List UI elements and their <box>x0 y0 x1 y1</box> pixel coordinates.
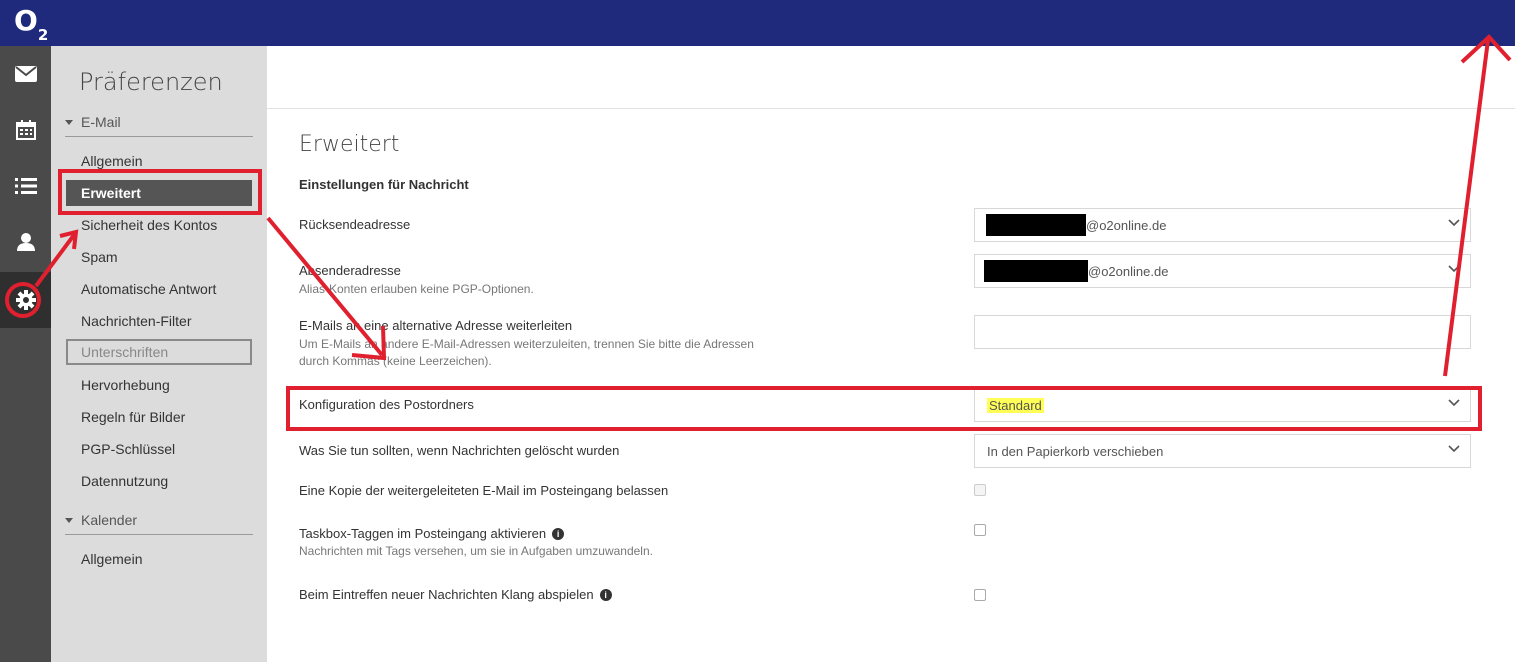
rail-tasks-button[interactable] <box>0 158 51 214</box>
sidebar-item-hervorhebung[interactable]: Hervorhebung <box>81 377 170 393</box>
chevron-down-icon <box>1448 399 1460 407</box>
sidebar-item-sicherheit[interactable]: Sicherheit des Kontos <box>81 217 217 233</box>
taskbox-label: Taskbox-Taggen im Posteingang aktivieren… <box>299 526 565 541</box>
sender-help: Alias-Konten erlauben keine PGP-Optionen… <box>299 282 534 296</box>
keep-copy-checkbox[interactable] <box>974 484 986 496</box>
sidebar-item-filter[interactable]: Nachrichten-Filter <box>81 313 191 329</box>
forward-help-line1: Um E-Mails an andere E-Mail-Adressen wei… <box>299 337 754 351</box>
forward-label: E-Mails an eine alternative Adresse weit… <box>299 318 573 333</box>
tasks-list-icon <box>14 178 37 194</box>
info-icon[interactable]: i <box>599 589 612 601</box>
page-title: Erweitert <box>299 132 400 157</box>
settings-gear-icon <box>15 290 36 310</box>
main-header-area <box>267 46 1515 109</box>
sidebar-item-unterschriften[interactable]: Unterschriften <box>66 339 252 365</box>
sidebar-item-spam[interactable]: Spam <box>81 249 118 265</box>
delete-action-label: Was Sie tun sollten, wenn Nachrichten ge… <box>299 443 620 458</box>
logo-letter: O <box>14 4 38 37</box>
caret-down-icon <box>65 120 73 125</box>
sound-label-text: Beim Eintreffen neuer Nachrichten Klang … <box>299 587 594 602</box>
logo-subscript: 2 <box>37 26 48 44</box>
mailbox-config-select[interactable]: Standard <box>974 388 1471 422</box>
redacted-block <box>986 214 1086 236</box>
mail-icon <box>14 66 37 82</box>
sidebar-item-auto-antwort[interactable]: Automatische Antwort <box>81 281 216 297</box>
mailbox-config-label: Konfiguration des Postordners <box>299 397 474 412</box>
preferences-sidebar: Präferenzen E-Mail Allgemein Erweitert S… <box>51 46 267 662</box>
forward-help-line2: durch Kommas (keine Leerzeichen). <box>299 354 492 368</box>
rail-mail-button[interactable] <box>0 46 51 102</box>
sidebar-section-kalender[interactable]: Kalender <box>65 512 253 535</box>
sidebar-section-email[interactable]: E-Mail <box>65 114 253 137</box>
sidebar-item-erweitert[interactable]: Erweitert <box>66 180 252 206</box>
taskbox-help: Nachrichten mit Tags versehen, um sie in… <box>299 544 653 558</box>
sender-value: @o2online.de <box>1088 264 1169 279</box>
sidebar-title: Präferenzen <box>79 68 223 96</box>
taskbox-label-text: Taskbox-Taggen im Posteingang aktivieren <box>299 526 547 541</box>
caret-down-icon <box>65 518 73 523</box>
rail-calendar-button[interactable] <box>0 102 51 158</box>
reply-to-label: Rücksendeadresse <box>299 217 411 232</box>
sidebar-item-allgemein[interactable]: Allgemein <box>81 153 142 169</box>
sender-label: Absenderadresse <box>299 263 401 278</box>
o2-logo[interactable]: O2 <box>14 4 48 44</box>
delete-action-value: In den Papierkorb verschieben <box>987 444 1164 459</box>
top-bar: O2 <box>0 0 1515 46</box>
forward-address-input[interactable] <box>974 315 1471 349</box>
section-title: Einstellungen für Nachricht <box>299 177 469 192</box>
reply-to-value: @o2online.de <box>1086 218 1167 233</box>
app-icon-rail <box>0 46 51 662</box>
rail-contacts-button[interactable] <box>0 214 51 270</box>
calendar-icon <box>15 120 36 140</box>
redacted-block <box>984 260 1088 282</box>
sound-checkbox[interactable] <box>974 589 986 601</box>
mailbox-config-value: Standard <box>987 398 1044 413</box>
sidebar-item-kalender-allgemein[interactable]: Allgemein <box>81 551 142 567</box>
reply-to-select[interactable]: @o2online.de <box>974 208 1471 242</box>
sidebar-item-pgp[interactable]: PGP-Schlüssel <box>81 441 175 457</box>
chevron-down-icon <box>1448 445 1460 453</box>
info-icon[interactable]: i <box>552 528 565 540</box>
sender-select[interactable]: @o2online.de <box>974 254 1471 288</box>
sound-label: Beim Eintreffen neuer Nachrichten Klang … <box>299 587 612 602</box>
taskbox-checkbox[interactable] <box>974 524 986 536</box>
sidebar-item-datennutzung[interactable]: Datennutzung <box>81 473 168 489</box>
contacts-icon <box>16 233 35 251</box>
keep-copy-label: Eine Kopie der weitergeleiteten E-Mail i… <box>299 483 669 498</box>
settings-main: Erweitert Einstellungen für Nachricht Rü… <box>267 46 1515 662</box>
delete-action-select[interactable]: In den Papierkorb verschieben <box>974 434 1471 468</box>
chevron-down-icon <box>1448 219 1460 227</box>
chevron-down-icon <box>1448 265 1460 273</box>
rail-settings-button[interactable] <box>0 272 51 328</box>
sidebar-item-regeln-bilder[interactable]: Regeln für Bilder <box>81 409 185 425</box>
